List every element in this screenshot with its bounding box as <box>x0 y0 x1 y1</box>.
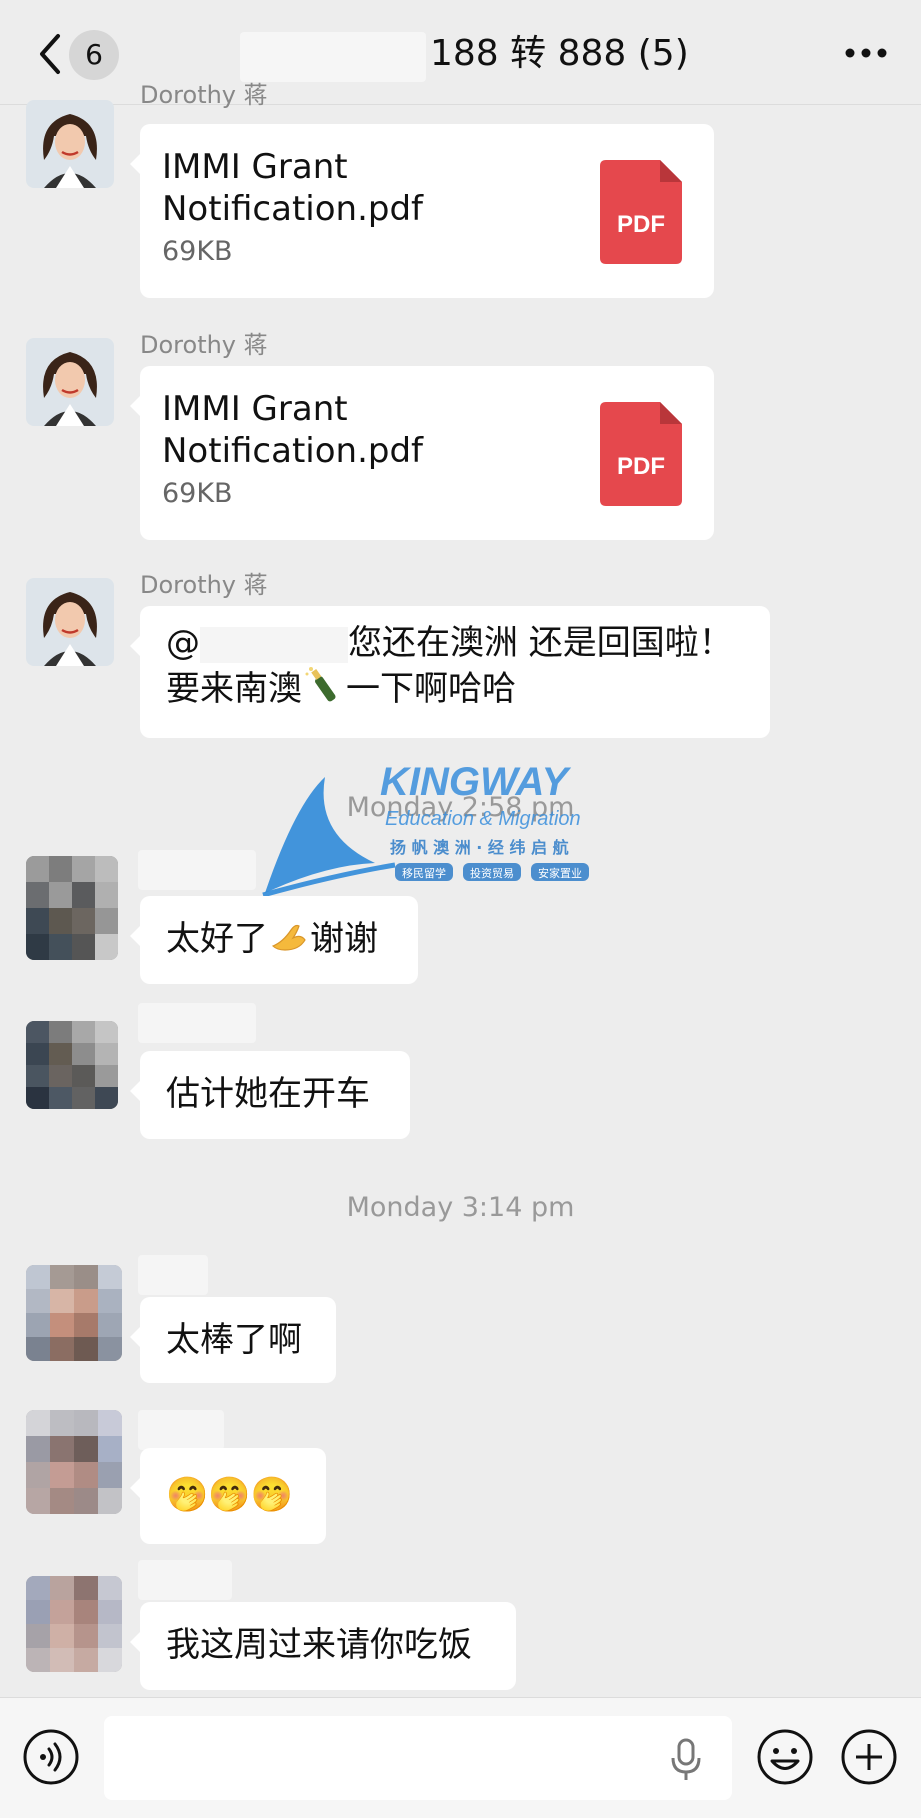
avatar[interactable] <box>26 1021 118 1109</box>
message-text: 我这周过来请你吃饭 <box>0 1560 921 1695</box>
microphone-icon[interactable] <box>668 1738 704 1782</box>
redacted-group-name <box>240 32 426 82</box>
message-text-content: @ 您还在澳洲 还是回国啦！ 要来南澳 一下啊哈哈 <box>140 606 770 726</box>
file-bubble[interactable]: IMMI Grant Notification.pdf 69KB PDF <box>130 366 714 540</box>
message-text: 太棒了啊 <box>0 1255 921 1390</box>
message-input[interactable] <box>104 1716 732 1800</box>
avatar[interactable] <box>26 578 114 666</box>
avatar[interactable] <box>26 1265 122 1361</box>
voice-icon[interactable] <box>22 1728 80 1786</box>
message-file: Dorothy 蒋 IMMI Grant Notification.pdf 69… <box>0 81 921 308</box>
avatar[interactable] <box>26 856 118 960</box>
text-bubble[interactable]: 太好了 谢谢 <box>130 896 418 984</box>
pdf-file-icon: PDF <box>600 160 682 264</box>
avatar[interactable] <box>26 1410 122 1514</box>
text-bubble[interactable]: @ 您还在澳洲 还是回国啦！ 要来南澳 一下啊哈哈 <box>130 606 770 738</box>
message-text: Dorothy 蒋 @ 您还在澳洲 还是回国啦！ 要来南澳 一下啊哈哈 <box>0 570 921 745</box>
message-text-line1: 您还在澳洲 还是回国啦！ <box>348 623 733 663</box>
mention-symbol: @ <box>166 623 200 663</box>
message-line: @ 您还在澳洲 还是回国啦！ <box>166 620 744 666</box>
text-bubble[interactable]: 🤭🤭🤭 <box>130 1448 326 1544</box>
chat-title: 188 转 888 (5) <box>430 33 689 74</box>
message-text-content: 估计她在开车 <box>166 1074 370 1114</box>
pdf-label: PDF <box>617 453 665 480</box>
redacted-sender-name <box>138 1410 224 1450</box>
redacted-sender-name <box>138 1003 256 1043</box>
watermark-brand: KINGWAY <box>380 760 571 804</box>
chevron-left-icon[interactable] <box>30 28 70 80</box>
more-dots-icon[interactable] <box>841 38 891 68</box>
message-text-content: 太棒了啊 <box>166 1320 302 1360</box>
champagne-emoji-icon <box>305 667 336 702</box>
sender-name: Dorothy 蒋 <box>140 571 268 599</box>
text-bubble[interactable]: 估计她在开车 <box>130 1051 410 1139</box>
redacted-sender-name <box>138 1560 232 1600</box>
message-text-b: 谢谢 <box>310 919 378 959</box>
file-size: 69KB <box>162 478 233 509</box>
text-bubble[interactable]: 太棒了啊 <box>130 1297 336 1383</box>
redacted-sender-name <box>138 1255 208 1295</box>
time-separator: Monday 3:14 pm <box>346 1192 575 1223</box>
message-text-content: 太好了 谢谢 <box>140 896 418 982</box>
message-text: 太好了 <box>166 919 268 959</box>
file-size: 69KB <box>162 236 233 267</box>
sender-name: Dorothy 蒋 <box>140 81 268 109</box>
avatar[interactable] <box>26 100 114 188</box>
text-bubble[interactable]: 我这周过来请你吃饭 <box>130 1602 516 1690</box>
avatar[interactable] <box>26 338 114 426</box>
message-text: 太好了 谢谢 <box>0 850 921 990</box>
watermark-sub: Education & Migration <box>385 808 581 830</box>
message-text: 估计她在开车 <box>0 1003 921 1145</box>
message-text-content: 我这周过来请你吃饭 <box>166 1625 472 1665</box>
file-name: IMMI Grant Notification.pdf <box>162 389 424 471</box>
message-text: 🤭🤭🤭 <box>0 1408 921 1548</box>
message-text-line2b: 一下啊哈哈 <box>346 669 516 709</box>
plus-icon[interactable] <box>840 1728 898 1786</box>
pdf-label: PDF <box>617 211 665 238</box>
message-file: Dorothy 蒋 IMMI Grant Notification.pdf 69… <box>0 330 921 550</box>
file-bubble[interactable]: IMMI Grant Notification.pdf 69KB PDF <box>130 124 714 298</box>
message-line: 要来南澳 一下啊哈哈 <box>166 666 744 712</box>
pinched-hand-emoji-icon <box>271 924 306 951</box>
message-text-content: 🤭🤭🤭 <box>166 1475 294 1515</box>
redacted-mention <box>200 626 348 663</box>
chat-input-bar <box>0 1697 921 1818</box>
message-text-line2a: 要来南澳 <box>166 669 302 709</box>
emoji-icon[interactable] <box>756 1728 814 1786</box>
sender-name: Dorothy 蒋 <box>140 331 268 359</box>
unread-count-badge[interactable]: 6 <box>69 30 119 80</box>
pdf-file-icon: PDF <box>600 402 682 506</box>
avatar[interactable] <box>26 1576 122 1672</box>
file-name: IMMI Grant Notification.pdf <box>162 147 424 229</box>
redacted-sender-name <box>138 850 256 890</box>
